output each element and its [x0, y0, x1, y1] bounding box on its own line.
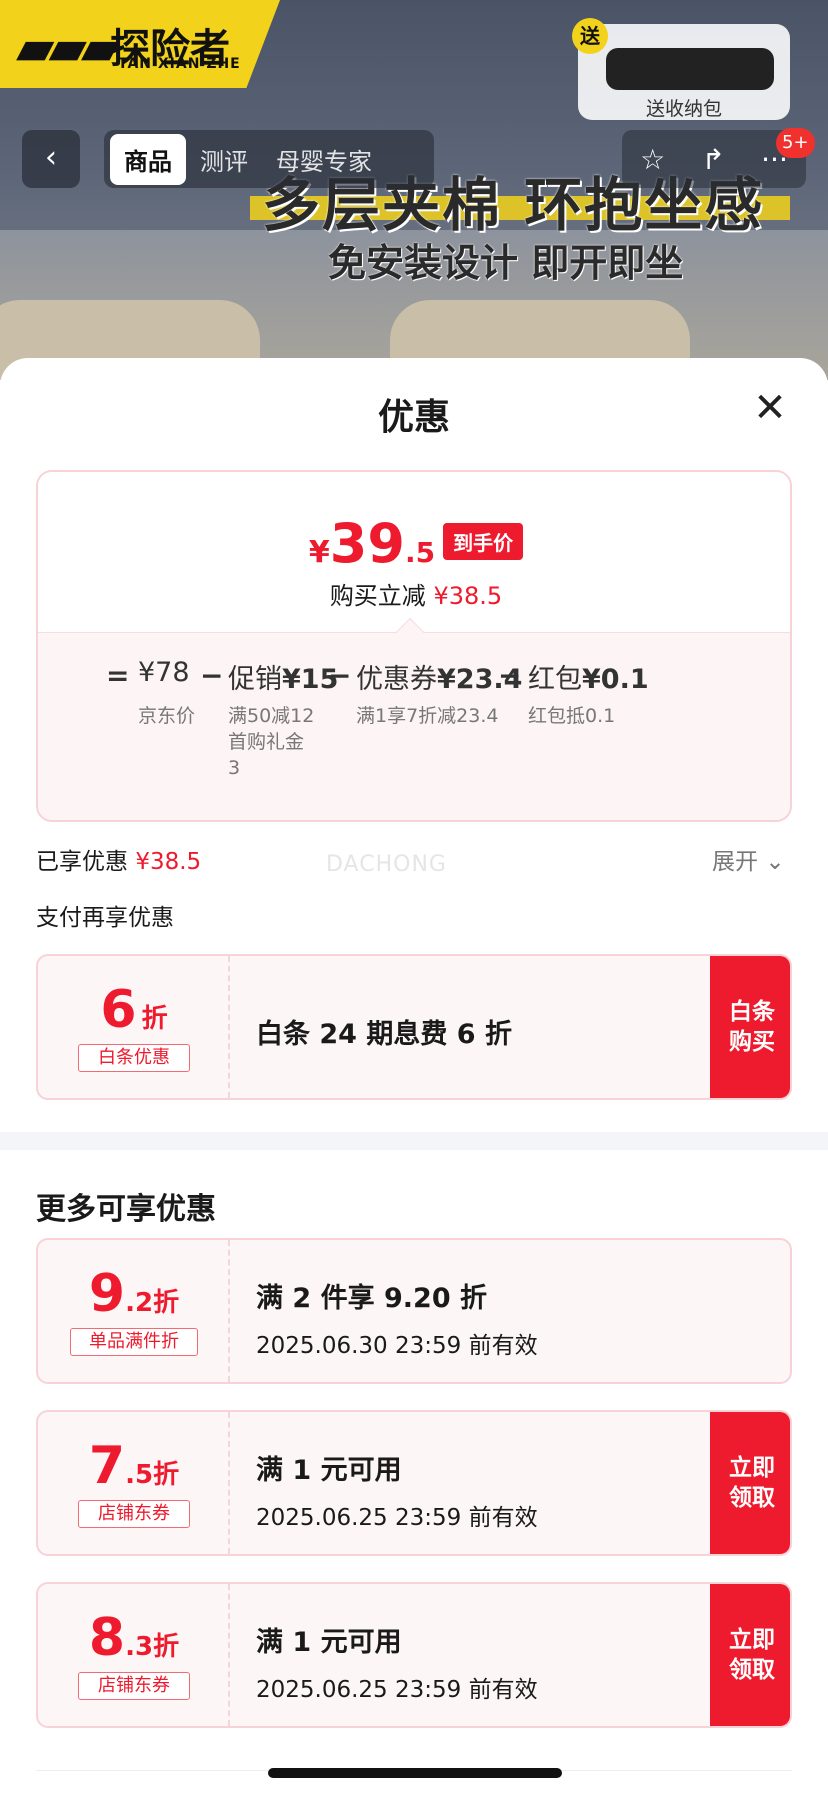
- minus-sign: −: [200, 659, 224, 692]
- price-breakdown-card: ¥39.5 到手价 购买立减 ¥38.5 = ¥78 京东价 − 促销¥15 满5…: [36, 470, 792, 822]
- price-decimal: .5: [404, 536, 436, 569]
- enjoyed-label: 已享优惠: [36, 849, 128, 875]
- watermark: DACHONG: [326, 852, 447, 877]
- brand-logo-mark: ▰▰▰: [16, 18, 119, 76]
- price-currency: ¥: [308, 535, 330, 570]
- coupon-type-label: 店铺东券: [78, 1500, 190, 1528]
- coupon-expiry: 2025.06.25 23:59 前有效: [256, 1505, 538, 1531]
- coupon-rate-block: 6 折 白条优惠: [38, 956, 230, 1098]
- product-tabs: 商品 测评 母婴专家: [104, 130, 434, 188]
- coupon-title: 白条 24 期息费 6 折: [256, 1019, 512, 1050]
- baitiao-offer-card: 6 折 白条优惠 白条 24 期息费 6 折 白条 购买: [36, 954, 792, 1100]
- claim-coupon-button[interactable]: 立即 领取: [710, 1584, 790, 1726]
- coupon-card: 9.2折 单品满件折 满 2 件享 9.20 折 2025.06.30 23:5…: [36, 1238, 792, 1384]
- chevron-down-icon: ⌄: [765, 849, 785, 875]
- gift-label: 送收纳包: [645, 98, 722, 120]
- coupon-title: 满 1 元可用: [256, 1627, 402, 1658]
- coupon-card: 8.3折 店铺东券 满 1 元可用 2025.06.25 23:59 前有效 立…: [36, 1582, 792, 1728]
- price-formula: = ¥78 京东价 − 促销¥15 满50减12 首购礼金 3 − 优惠券¥23…: [38, 633, 790, 820]
- formula-promotion: 促销¥15: [228, 664, 339, 695]
- minus-sign: −: [498, 659, 522, 692]
- tab-experts[interactable]: 母婴专家: [262, 134, 386, 185]
- coupon-expiry: 2025.06.30 23:59 前有效: [256, 1333, 538, 1359]
- tab-product[interactable]: 商品: [110, 133, 186, 185]
- reduction-label: 购买立减: [329, 582, 426, 610]
- message-count-badge: 5+: [776, 128, 815, 158]
- brand-logo-subtext: TAN XIAN ZHE: [118, 56, 241, 72]
- coupon-rate: 9.2折: [88, 1264, 180, 1324]
- coupon-rate-block: 9.2折 单品满件折: [38, 1240, 230, 1382]
- coupon-type-label: 单品满件折: [70, 1328, 198, 1356]
- chevron-left-icon: ‹: [45, 140, 57, 175]
- instant-reduction: 购买立减 ¥38.5: [38, 576, 790, 611]
- hero-subslogan: 免安装设计 即开即坐: [328, 241, 684, 285]
- gift-tag: 送: [572, 18, 608, 54]
- formula-coupon-caption: 满1享7折减23.4: [356, 705, 499, 727]
- price-integer: 39: [329, 512, 405, 575]
- close-icon[interactable]: ✕: [748, 388, 792, 432]
- formula-red-packet-caption: 红包抵0.1: [528, 705, 616, 727]
- coupon-rate: 8.3折: [88, 1608, 180, 1668]
- final-price-section: ¥39.5 到手价 购买立减 ¥38.5: [38, 472, 790, 632]
- formula-red-packet: 红包¥0.1: [528, 664, 649, 695]
- claim-coupon-button[interactable]: 立即 领取: [710, 1412, 790, 1554]
- coupon-rate: 7.5折: [88, 1436, 180, 1496]
- expand-label: 展开: [712, 849, 758, 875]
- section-divider: [0, 1132, 828, 1150]
- product-hero-background: ▰▰▰ 探险者 TAN XIAN ZHE 送 送收纳包 多层夹棉 环抱坐感 免安…: [0, 0, 828, 380]
- enjoyed-value: ¥38.5: [135, 849, 202, 875]
- back-button[interactable]: ‹: [22, 130, 80, 188]
- gift-image: [606, 48, 774, 90]
- formula-base-caption: 京东价: [138, 705, 196, 727]
- coupon-type-label: 白条优惠: [78, 1044, 190, 1072]
- star-icon[interactable]: ☆: [640, 143, 665, 176]
- coupon-expiry: 2025.06.25 23:59 前有效: [256, 1677, 538, 1703]
- coupon-title: 满 2 件享 9.20 折: [256, 1283, 488, 1314]
- more-offers-title: 更多可享优惠: [36, 1192, 216, 1227]
- expand-button[interactable]: 展开 ⌄: [712, 842, 785, 876]
- reduction-value: ¥38.5: [433, 582, 503, 610]
- final-price-tag: 到手价: [443, 523, 524, 560]
- equals-sign: =: [106, 659, 130, 692]
- coupon-card: 7.5折 店铺东券 满 1 元可用 2025.06.25 23:59 前有效 立…: [36, 1410, 792, 1556]
- coupon-rate-block: 8.3折 店铺东券: [38, 1584, 230, 1726]
- enjoyed-discount: 已享优惠 ¥38.5: [36, 842, 201, 876]
- pay-more-title: 支付再享优惠: [36, 905, 174, 931]
- coupon-rate: 6 折: [100, 980, 168, 1040]
- final-price: ¥39.5 到手价: [38, 512, 790, 575]
- baitiao-buy-button[interactable]: 白条 购买: [710, 956, 790, 1098]
- price-formula-section: = ¥78 京东价 − 促销¥15 满50减12 首购礼金 3 − 优惠券¥23…: [38, 632, 790, 820]
- formula-promotion-caption: 满50减12 首购礼金 3: [228, 705, 315, 779]
- minus-sign: −: [328, 659, 352, 692]
- coupon-type-label: 店铺东券: [78, 1672, 190, 1700]
- home-indicator[interactable]: [268, 1768, 562, 1778]
- discount-sheet: 优惠 ✕ ¥39.5 到手价 购买立减 ¥38.5 = ¥78 京东价 − 促销¥…: [0, 358, 828, 1796]
- coupon-rate-block: 7.5折 店铺东券: [38, 1412, 230, 1554]
- formula-base-price: ¥78: [138, 657, 190, 688]
- share-icon[interactable]: ↱: [701, 143, 724, 176]
- tab-reviews[interactable]: 测评: [186, 134, 262, 185]
- sheet-title: 优惠: [377, 397, 450, 438]
- coupon-title: 满 1 元可用: [256, 1455, 402, 1486]
